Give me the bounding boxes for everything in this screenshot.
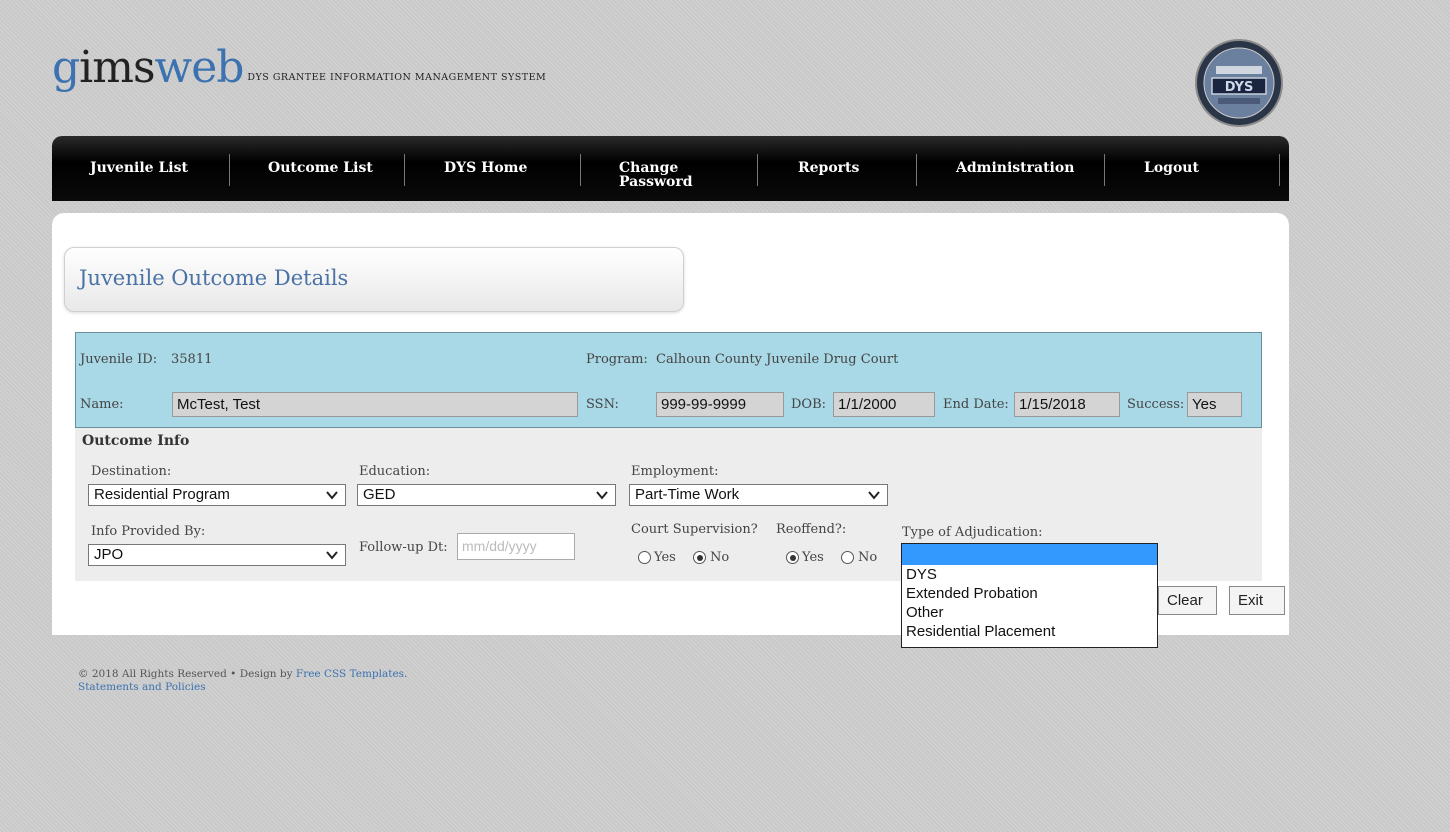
footer-copyright: © 2018 All Rights Reserved • Design by	[78, 668, 293, 680]
chevron-down-icon	[326, 491, 338, 500]
adjudication-option-dys[interactable]: DYS	[902, 565, 1157, 584]
nav-change-password[interactable]: Change Password	[619, 161, 699, 189]
adjudication-option-extended-probation[interactable]: Extended Probation	[902, 584, 1157, 603]
adjudication-option-blank[interactable]	[902, 544, 1157, 565]
program-label: Program:	[586, 352, 648, 367]
destination-label: Destination:	[91, 464, 172, 479]
destination-select[interactable]: Residential Program	[88, 484, 346, 506]
footer-copyright-line: © 2018 All Rights Reserved • Design by F…	[78, 668, 407, 681]
chevron-down-icon	[326, 551, 338, 560]
employment-select[interactable]: Part-Time Work	[629, 484, 888, 506]
nav-outcome-list[interactable]: Outcome List	[268, 161, 373, 175]
footer-css-templates-link[interactable]: Free CSS Templates	[296, 668, 404, 680]
seal-text: DYS	[1225, 80, 1254, 95]
footer: © 2018 All Rights Reserved • Design by F…	[78, 668, 407, 694]
reoffend-yes-radio[interactable]	[786, 551, 799, 564]
success-label: Success:	[1127, 397, 1185, 412]
footer-period: .	[404, 668, 408, 680]
employment-value: Part-Time Work	[635, 486, 740, 503]
name-field: McTest, Test	[172, 392, 578, 417]
court-supervision-yes-radio[interactable]	[638, 551, 651, 564]
info-provided-select[interactable]: JPO	[88, 544, 346, 566]
education-value: GED	[363, 486, 396, 503]
logo-part-1: g	[52, 42, 80, 93]
nav-administration[interactable]: Administration	[956, 161, 1074, 175]
dob-field: 1/1/2000	[833, 392, 935, 417]
court-supervision-no-label: No	[710, 550, 730, 565]
end-date-label: End Date:	[943, 397, 1009, 412]
education-select[interactable]: GED	[357, 484, 616, 506]
nav-logout[interactable]: Logout	[1144, 161, 1199, 175]
success-field: Yes	[1187, 392, 1242, 417]
clear-button[interactable]: Clear	[1158, 586, 1217, 615]
info-provided-value: JPO	[94, 546, 124, 563]
logo-part-3: web	[154, 42, 245, 93]
employment-label: Employment:	[631, 464, 719, 479]
nav-divider	[916, 154, 917, 186]
ssn-label: SSN:	[586, 397, 619, 412]
page-title: Juvenile Outcome Details	[79, 266, 349, 290]
nav-divider	[1279, 154, 1280, 186]
page-heading-box: Juvenile Outcome Details	[64, 247, 684, 312]
nav-divider	[580, 154, 581, 186]
chevron-down-icon	[868, 491, 880, 500]
reoffend-label: Reoffend?:	[776, 522, 847, 537]
reoffend-yes-label: Yes	[802, 550, 824, 565]
site-logo: gimsweb DYS Grantee Information Manageme…	[52, 46, 546, 90]
education-label: Education:	[359, 464, 431, 479]
adjudication-label: Type of Adjudication:	[902, 525, 1043, 540]
outcome-section-title: Outcome Info	[82, 433, 190, 449]
name-label: Name:	[80, 397, 124, 412]
exit-button[interactable]: Exit	[1229, 586, 1285, 615]
logo-wordmark: gimsweb	[52, 46, 244, 90]
nav-divider	[757, 154, 758, 186]
main-nav: Juvenile List Outcome List DYS Home Chan…	[52, 136, 1289, 201]
reoffend-no-radio[interactable]	[841, 551, 854, 564]
footer-policies-link[interactable]: Statements and Policies	[78, 681, 206, 693]
chevron-down-icon	[596, 491, 608, 500]
court-supervision-no-radio[interactable]	[693, 551, 706, 564]
followup-date-input[interactable]: mm/dd/yyyy	[457, 533, 575, 560]
nav-divider	[404, 154, 405, 186]
juvenile-id-label: Juvenile ID:	[80, 352, 158, 367]
dys-seal-icon: DYS	[1195, 39, 1283, 127]
nav-divider	[1104, 154, 1105, 186]
adjudication-option-other[interactable]: Other	[902, 603, 1157, 622]
court-supervision-label: Court Supervision?	[631, 522, 758, 537]
logo-subtitle: DYS Grantee Information Management Syste…	[247, 72, 547, 83]
court-supervision-yes-label: Yes	[654, 550, 676, 565]
adjudication-dropdown-list[interactable]: DYS Extended Probation Other Residential…	[901, 543, 1158, 648]
nav-divider	[229, 154, 230, 186]
logo-part-2: ims	[79, 42, 155, 93]
followup-label: Follow-up Dt:	[359, 540, 448, 555]
ssn-field: 999-99-9999	[656, 392, 784, 417]
reoffend-no-label: No	[858, 550, 878, 565]
end-date-field: 1/15/2018	[1014, 392, 1120, 417]
nav-reports[interactable]: Reports	[798, 161, 859, 175]
program-value: Calhoun County Juvenile Drug Court	[656, 352, 899, 367]
juvenile-id-value: 35811	[171, 352, 213, 367]
destination-value: Residential Program	[94, 486, 230, 503]
nav-juvenile-list[interactable]: Juvenile List	[90, 161, 188, 175]
info-provided-label: Info Provided By:	[91, 524, 206, 539]
adjudication-option-residential-placement[interactable]: Residential Placement	[902, 622, 1157, 641]
nav-dys-home[interactable]: DYS Home	[444, 161, 527, 175]
dob-label: DOB:	[791, 397, 827, 412]
